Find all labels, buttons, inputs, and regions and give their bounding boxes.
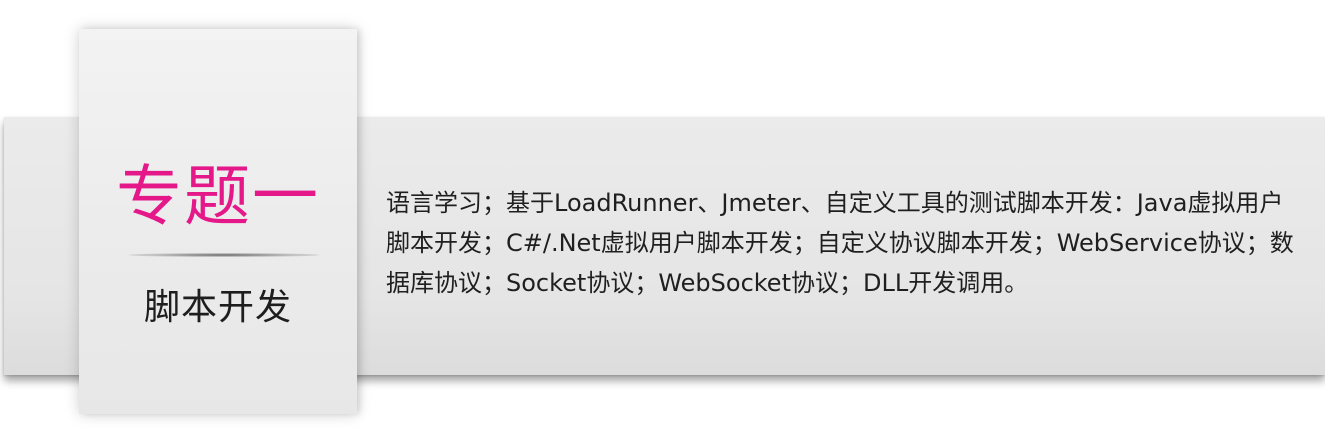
topic-card: 专题一 脚本开发 (79, 29, 357, 414)
topic-subtitle: 脚本开发 (143, 287, 292, 328)
topic-description: 语言学习；基于LoadRunner、Jmeter、自定义工具的测试脚本开发：Ja… (386, 189, 1294, 297)
topic-title: 专题一 (116, 158, 320, 235)
topic-banner: 专题一 脚本开发 语言学习；基于LoadRunner、Jmeter、自定义工具的… (0, 0, 1325, 445)
divider-line (129, 253, 319, 257)
